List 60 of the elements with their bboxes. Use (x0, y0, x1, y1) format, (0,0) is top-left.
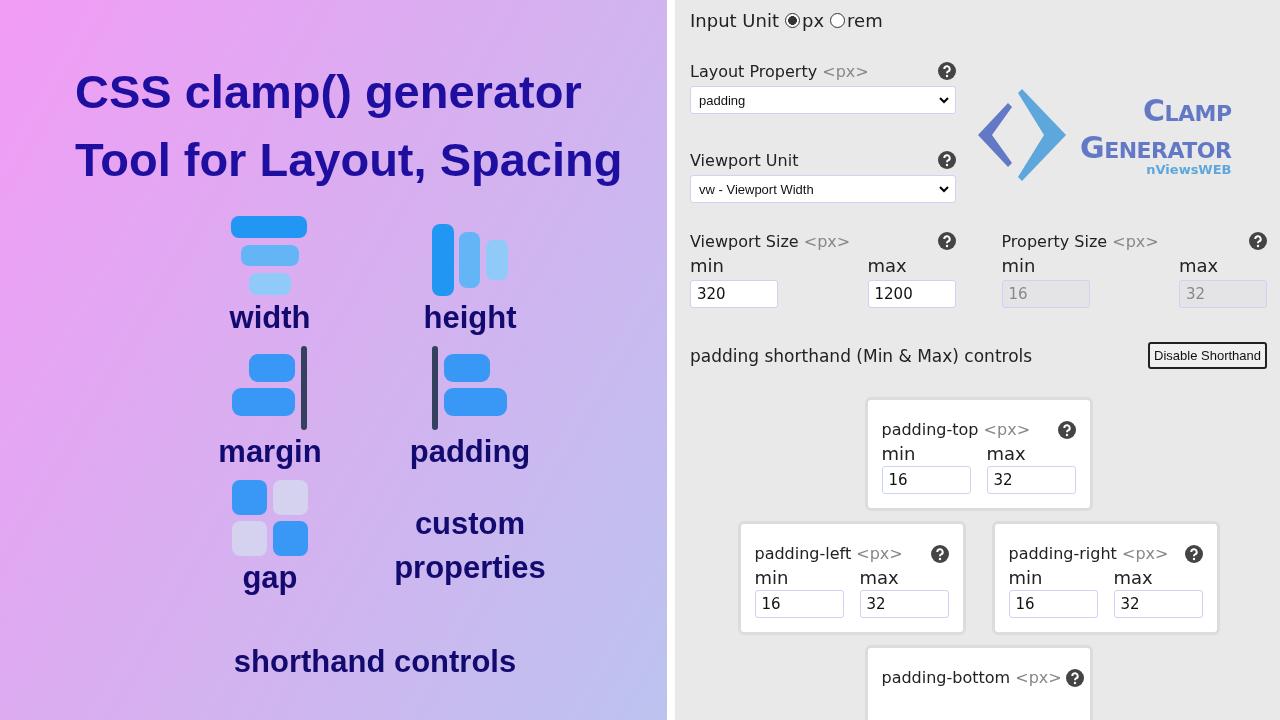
feature-label: gap (242, 560, 298, 596)
help-icon[interactable] (938, 62, 956, 80)
min-input[interactable]: 320 (690, 280, 778, 308)
layout-property-dropdown[interactable]: padding (690, 86, 956, 114)
feature-label: width (229, 300, 311, 336)
field-label: Viewport Size <px> (690, 231, 851, 251)
max-label: max (859, 567, 900, 588)
min-label: min (690, 255, 725, 276)
field-label: padding-right <px> (1008, 544, 1169, 563)
min-input[interactable]: 16 (1008, 590, 1098, 618)
help-icon[interactable] (930, 544, 949, 563)
padding-icon (432, 346, 508, 430)
field-label: padding-left <px> (754, 544, 903, 563)
min-label: min (1001, 255, 1037, 276)
max-input[interactable]: 32 (986, 466, 1076, 494)
field-label: Viewport Unit (690, 150, 799, 170)
min-input[interactable]: 16 (881, 466, 971, 494)
max-input[interactable]: 32 (1113, 590, 1203, 618)
banner-title: Tool for Layout, Spacing (75, 132, 624, 188)
gap-icon (232, 480, 308, 556)
field-label: Property Size <px> (1001, 231, 1159, 251)
field-label: Layout Property <px> (690, 61, 869, 81)
caret-icon (939, 185, 949, 193)
radio-button[interactable] (785, 13, 800, 28)
help-icon[interactable] (1065, 668, 1084, 687)
field-label: padding-bottom <px> (881, 668, 1062, 687)
min-input[interactable]: 16 (754, 590, 844, 618)
max-input[interactable]: 32 (859, 590, 949, 618)
viewport-unit-dropdown[interactable]: vw - Viewport Width (690, 175, 956, 203)
feature-label: height (423, 300, 517, 336)
margin-icon (232, 346, 308, 430)
caret-icon (939, 96, 949, 104)
section-title: padding shorthand (Min & Max) controls (690, 345, 1033, 366)
radio-button[interactable] (830, 13, 846, 28)
height-icon (432, 224, 508, 296)
feature-label: custom properties (393, 505, 547, 587)
radio-label[interactable]: rem (847, 10, 883, 31)
help-icon[interactable] (1057, 420, 1076, 439)
max-label: max (986, 443, 1027, 464)
help-icon[interactable] (938, 151, 956, 169)
min-label: min (881, 443, 917, 464)
min-label: min (754, 567, 790, 588)
feature-label: margin (218, 434, 322, 470)
help-icon[interactable] (1249, 232, 1267, 250)
help-icon[interactable] (1184, 544, 1203, 563)
min-label: min (1008, 567, 1044, 588)
max-label: max (1113, 567, 1154, 588)
banner-title: CSS clamp() generator (75, 64, 583, 120)
radio-label[interactable]: px (802, 10, 825, 31)
banner-footer: shorthand controls (0, 644, 750, 680)
feature-label: padding (409, 434, 531, 470)
max-label: max (1179, 255, 1220, 276)
max-label: max (867, 255, 908, 276)
logo-text: CLAMP (1142, 93, 1232, 130)
field-label: padding-top <px> (881, 420, 1031, 439)
max-input[interactable]: 1200 (867, 280, 956, 308)
input-unit-label: Input Unit (690, 10, 779, 31)
disable-shorthand-button[interactable]: Disable Shorthand (1148, 342, 1267, 369)
help-icon[interactable] (937, 232, 956, 250)
width-icon (231, 216, 309, 296)
